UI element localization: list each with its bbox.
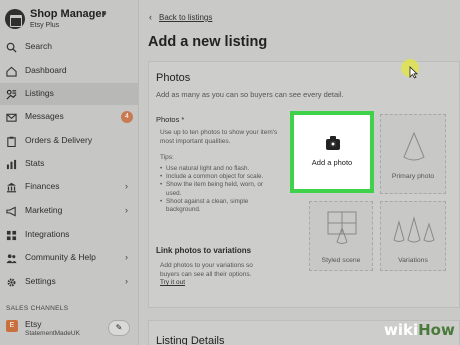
try-it-out-link[interactable]: Try it out	[160, 279, 185, 286]
primary-photo-label: Primary photo	[391, 173, 435, 180]
chevron-down-icon[interactable]: ▾	[103, 10, 107, 18]
shop-logo-icon	[5, 9, 25, 29]
home-icon	[6, 66, 17, 77]
chevron-right-icon: ›	[125, 252, 128, 262]
styled-scene-placeholder-icon	[327, 211, 357, 244]
shop-manager-title: Shop Manager	[30, 8, 106, 20]
mail-icon	[6, 113, 17, 122]
people-icon	[6, 254, 17, 264]
styled-scene-label: Styled scene	[321, 257, 361, 264]
variations-label: Variations	[398, 257, 428, 264]
edit-shop-button[interactable]: ✎	[108, 320, 130, 336]
sidebar-item-label: Stats	[25, 158, 45, 168]
megaphone-icon	[6, 206, 16, 217]
sidebar-item-dashboard[interactable]: Dashboard	[0, 60, 138, 82]
photos-field-help: Use up to ten photos to show your item's…	[160, 129, 278, 145]
add-photo-button[interactable]: Add a photo	[290, 111, 374, 193]
primary-photo-placeholder-icon	[403, 131, 425, 161]
grid-icon	[6, 230, 17, 241]
gear-icon	[7, 278, 16, 287]
sidebar-item-messages[interactable]: Messages 4	[0, 106, 138, 128]
clipboard-icon	[7, 136, 16, 147]
unread-badge: 4	[121, 111, 133, 123]
primary-photo-slot[interactable]: Primary photo	[380, 114, 446, 194]
page-title: Add a new listing	[148, 34, 268, 50]
sidebar-item-label: Community & Help	[25, 252, 96, 262]
plan-name: Etsy Plus	[30, 22, 60, 29]
tip-item: Shoot against a clean, simple background…	[160, 198, 278, 214]
tip-item: Use natural light and no flash.	[160, 165, 278, 173]
bank-icon	[6, 182, 17, 193]
sidebar-item-label: Dashboard	[25, 65, 67, 75]
sales-channel-etsy[interactable]: E Etsy StatementMadeUK ✎	[0, 314, 138, 345]
tips-label: Tips:	[160, 154, 174, 161]
bar-chart-icon	[6, 159, 17, 170]
mouse-pointer-icon	[409, 66, 418, 79]
wikihow-watermark: wikiHow	[384, 321, 455, 339]
sidebar-item-finances[interactable]: Finances ›	[0, 176, 138, 198]
sidebar-item-settings[interactable]: Settings ›	[0, 271, 138, 293]
sidebar-item-label: Orders & Delivery	[25, 135, 93, 145]
main-content: ‹ Back to listings Add a new listing Pho…	[139, 0, 460, 345]
listings-icon	[6, 89, 17, 100]
tip-item: Show the item being held, worn, or used.	[160, 181, 278, 197]
link-photos-title: Link photos to variations	[156, 246, 252, 255]
sidebar-item-label: Listings	[25, 88, 54, 98]
photos-section-title: Photos	[156, 72, 191, 84]
camera-icon	[326, 136, 340, 150]
photos-field-label: Photos *	[156, 115, 185, 124]
watermark-wiki: wiki	[384, 321, 419, 339]
link-photos-description: Add photos to your variations so buyers …	[160, 262, 253, 278]
etsy-shop-icon: E	[6, 320, 18, 332]
listing-details-title: Listing Details	[156, 335, 225, 345]
add-photo-label: Add a photo	[311, 158, 353, 167]
back-to-listings-link[interactable]: Back to listings	[159, 13, 212, 22]
sidebar-item-integrations[interactable]: Integrations	[0, 224, 138, 246]
tips-list: Use natural light and no flash. Include …	[160, 165, 278, 214]
shop-name: StatementMadeUK	[25, 330, 80, 337]
chevron-right-icon: ›	[125, 181, 128, 191]
sidebar-item-label: Marketing	[25, 205, 63, 215]
sidebar-item-label: Finances	[25, 181, 60, 191]
tip-item: Include a common object for scale.	[160, 173, 278, 181]
sidebar-item-orders[interactable]: Orders & Delivery	[0, 130, 138, 152]
sidebar-item-label: Settings	[25, 276, 56, 286]
sales-channels-heading: SALES CHANNELS	[6, 305, 69, 312]
sidebar-item-stats[interactable]: Stats	[0, 153, 138, 175]
sidebar-item-search[interactable]: Search	[0, 36, 138, 58]
chevron-right-icon: ›	[125, 276, 128, 286]
sidebar: Shop Manager ▾ Etsy Plus Search Dashboar…	[0, 0, 139, 345]
sidebar-item-community[interactable]: Community & Help ›	[0, 247, 138, 269]
sidebar-item-label: Integrations	[25, 229, 70, 239]
sidebar-item-listings[interactable]: Listings	[0, 83, 138, 105]
shop-manager-menu[interactable]: Shop Manager ▾ Etsy Plus	[5, 6, 135, 32]
chevron-right-icon: ›	[125, 205, 128, 215]
sidebar-item-label: Search	[25, 41, 52, 51]
search-icon	[6, 42, 17, 53]
chevron-left-icon: ‹	[149, 12, 152, 22]
styled-scene-slot[interactable]: Styled scene	[309, 201, 373, 271]
watermark-how: How	[418, 321, 455, 339]
photos-section-description: Add as many as you can so buyers can see…	[156, 90, 344, 99]
sidebar-item-label: Messages	[25, 111, 64, 121]
sidebar-item-marketing[interactable]: Marketing ›	[0, 200, 138, 222]
variations-placeholder-icon	[393, 216, 435, 243]
channel-name: Etsy	[25, 319, 42, 329]
variations-slot[interactable]: Variations	[380, 201, 446, 271]
